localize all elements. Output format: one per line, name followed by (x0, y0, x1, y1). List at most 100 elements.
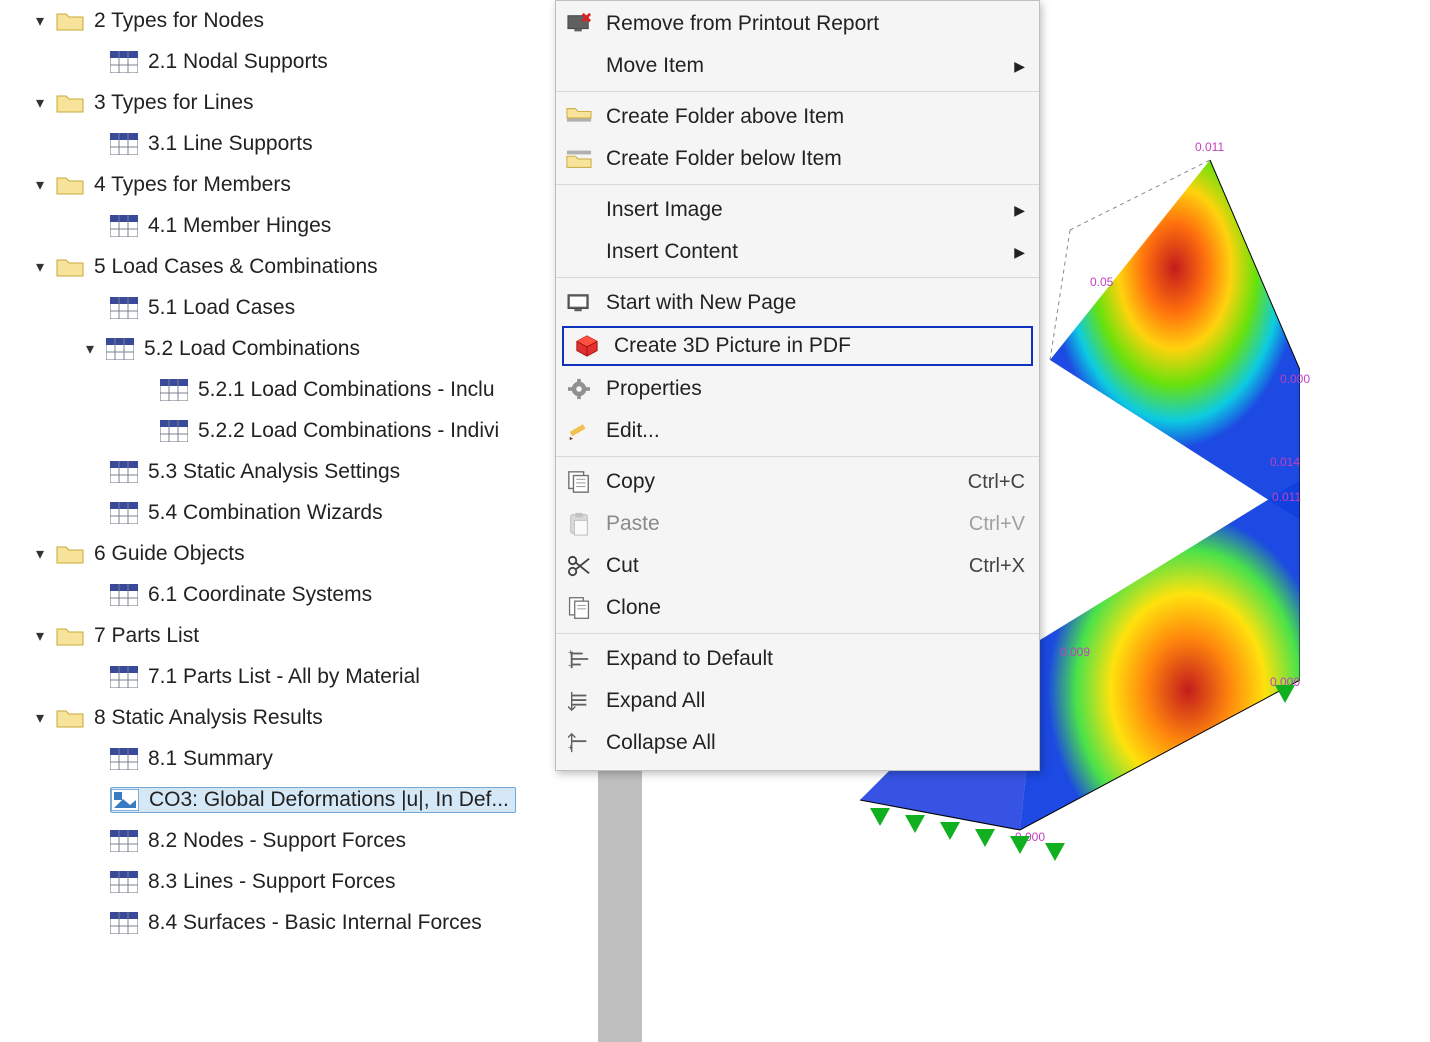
tree-item-lines-support[interactable]: 8.3 Lines - Support Forces (0, 861, 600, 902)
menu-label: Cut (606, 554, 969, 578)
submenu-arrow-icon: ▶ (1014, 244, 1025, 261)
viz-value: 0.000 (1280, 372, 1310, 386)
menu-copy[interactable]: Copy Ctrl+C (556, 461, 1039, 503)
tree-label: 5 Load Cases & Combinations (94, 255, 378, 279)
tree-label: 8.1 Summary (148, 747, 273, 771)
tree-label: 7 Parts List (94, 624, 199, 648)
menu-create-folder-below[interactable]: Create Folder below Item (556, 138, 1039, 180)
cube-3d-icon (570, 332, 604, 360)
folder-below-icon (562, 145, 596, 173)
tree-item-load-cases[interactable]: 5.1 Load Cases (0, 287, 600, 328)
tree-label: 8.3 Lines - Support Forces (148, 870, 395, 894)
table-icon (110, 748, 138, 770)
table-icon (160, 379, 188, 401)
folder-above-icon (562, 103, 596, 131)
menu-start-new-page[interactable]: Start with New Page (556, 282, 1039, 324)
tree-item-static-settings[interactable]: 5.3 Static Analysis Settings (0, 451, 600, 492)
tree-folder-static-results[interactable]: ▾ 8 Static Analysis Results (0, 697, 600, 738)
menu-expand-default[interactable]: Expand to Default (556, 638, 1039, 680)
tree-item-parts-list-material[interactable]: 7.1 Parts List - All by Material (0, 656, 600, 697)
paste-icon (562, 510, 596, 538)
tree-item-summary[interactable]: 8.1 Summary (0, 738, 600, 779)
table-icon (110, 830, 138, 852)
chevron-down-icon[interactable]: ▾ (30, 175, 50, 195)
tree-item-co3-deformations[interactable]: CO3: Global Deformations |u|, In Def... (0, 779, 600, 820)
chevron-down-icon[interactable]: ▾ (30, 93, 50, 113)
clone-icon (562, 594, 596, 622)
menu-move-item[interactable]: Move Item ▶ (556, 45, 1039, 87)
tree-item-nodal-supports[interactable]: 2.1 Nodal Supports (0, 41, 600, 82)
expand-default-icon (562, 645, 596, 673)
tree-label: 4 Types for Members (94, 173, 291, 197)
navigator-tree: ▾ 2 Types for Nodes 2.1 Nodal Supports ▾… (0, 0, 600, 943)
table-icon (160, 420, 188, 442)
menu-label: Clone (606, 596, 1025, 620)
menu-properties[interactable]: Properties (556, 368, 1039, 410)
tree-label: 5.2 Load Combinations (144, 337, 360, 361)
folder-icon (56, 707, 84, 729)
table-icon (106, 338, 134, 360)
menu-label: Collapse All (606, 731, 1025, 755)
menu-label: Copy (606, 470, 968, 494)
folder-icon (56, 543, 84, 565)
tree-item-comb-wizards[interactable]: 5.4 Combination Wizards (0, 492, 600, 533)
tree-folder-guide-objects[interactable]: ▾ 6 Guide Objects (0, 533, 600, 574)
tree-item-load-combinations[interactable]: ▾ 5.2 Load Combinations (0, 328, 600, 369)
menu-insert-content[interactable]: Insert Content ▶ (556, 231, 1039, 273)
chevron-down-icon[interactable]: ▾ (30, 11, 50, 31)
tree-item-member-hinges[interactable]: 4.1 Member Hinges (0, 205, 600, 246)
menu-label: Paste (606, 512, 969, 536)
table-icon (110, 51, 138, 73)
chevron-down-icon[interactable]: ▾ (30, 708, 50, 728)
menu-clone[interactable]: Clone (556, 587, 1039, 629)
viz-value: 0.014 (1270, 455, 1300, 469)
menu-collapse-all[interactable]: Collapse All (556, 722, 1039, 764)
blank-icon (562, 238, 596, 266)
menu-label: Move Item (606, 54, 1014, 78)
tree-folder-types-nodes[interactable]: ▾ 2 Types for Nodes (0, 0, 600, 41)
menu-expand-all[interactable]: Expand All (556, 680, 1039, 722)
menu-insert-image[interactable]: Insert Image ▶ (556, 189, 1039, 231)
tree-label: 8.2 Nodes - Support Forces (148, 829, 406, 853)
menu-create-folder-above[interactable]: Create Folder above Item (556, 96, 1039, 138)
tree-label: 4.1 Member Hinges (148, 214, 331, 238)
chevron-down-icon[interactable]: ▾ (30, 257, 50, 277)
menu-label: Create Folder below Item (606, 147, 1025, 171)
tree-label: 7.1 Parts List - All by Material (148, 665, 420, 689)
chevron-down-icon[interactable]: ▾ (30, 626, 50, 646)
table-icon (110, 502, 138, 524)
tree-folder-load-cases[interactable]: ▾ 5 Load Cases & Combinations (0, 246, 600, 287)
blank-icon (562, 196, 596, 224)
menu-separator (556, 456, 1039, 457)
tree-label: 6 Guide Objects (94, 542, 245, 566)
tree-folder-types-members[interactable]: ▾ 4 Types for Members (0, 164, 600, 205)
menu-remove-from-report[interactable]: Remove from Printout Report (556, 3, 1039, 45)
menu-label: Insert Image (606, 198, 1014, 222)
viz-value: 0.05 (1090, 275, 1113, 289)
chevron-down-icon[interactable]: ▾ (80, 339, 100, 359)
tree-item-coord-systems[interactable]: 6.1 Coordinate Systems (0, 574, 600, 615)
table-icon (110, 215, 138, 237)
chevron-down-icon[interactable]: ▾ (30, 544, 50, 564)
menu-cut[interactable]: Cut Ctrl+X (556, 545, 1039, 587)
copy-icon (562, 468, 596, 496)
tree-folder-types-lines[interactable]: ▾ 3 Types for Lines (0, 82, 600, 123)
menu-label: Expand to Default (606, 647, 1025, 671)
menu-label: Start with New Page (606, 291, 1025, 315)
tree-item-load-comb-indiv[interactable]: 5.2.2 Load Combinations - Indivi (0, 410, 600, 451)
tree-item-line-supports[interactable]: 3.1 Line Supports (0, 123, 600, 164)
collapse-all-icon (562, 729, 596, 757)
menu-separator (556, 91, 1039, 92)
menu-create-3d-picture[interactable]: Create 3D Picture in PDF (562, 326, 1033, 366)
table-icon (110, 666, 138, 688)
tree-folder-parts-list[interactable]: ▾ 7 Parts List (0, 615, 600, 656)
tree-item-nodes-support[interactable]: 8.2 Nodes - Support Forces (0, 820, 600, 861)
menu-edit[interactable]: Edit... (556, 410, 1039, 452)
tree-label: 5.1 Load Cases (148, 296, 295, 320)
tree-label: CO3: Global Deformations |u|, In Def... (149, 788, 509, 812)
tree-item-surfaces-forces[interactable]: 8.4 Surfaces - Basic Internal Forces (0, 902, 600, 943)
tree-label: 8 Static Analysis Results (94, 706, 323, 730)
tree-label: 5.4 Combination Wizards (148, 501, 383, 525)
tree-label: 2 Types for Nodes (94, 9, 264, 33)
tree-item-load-comb-incl[interactable]: 5.2.1 Load Combinations - Inclu (0, 369, 600, 410)
